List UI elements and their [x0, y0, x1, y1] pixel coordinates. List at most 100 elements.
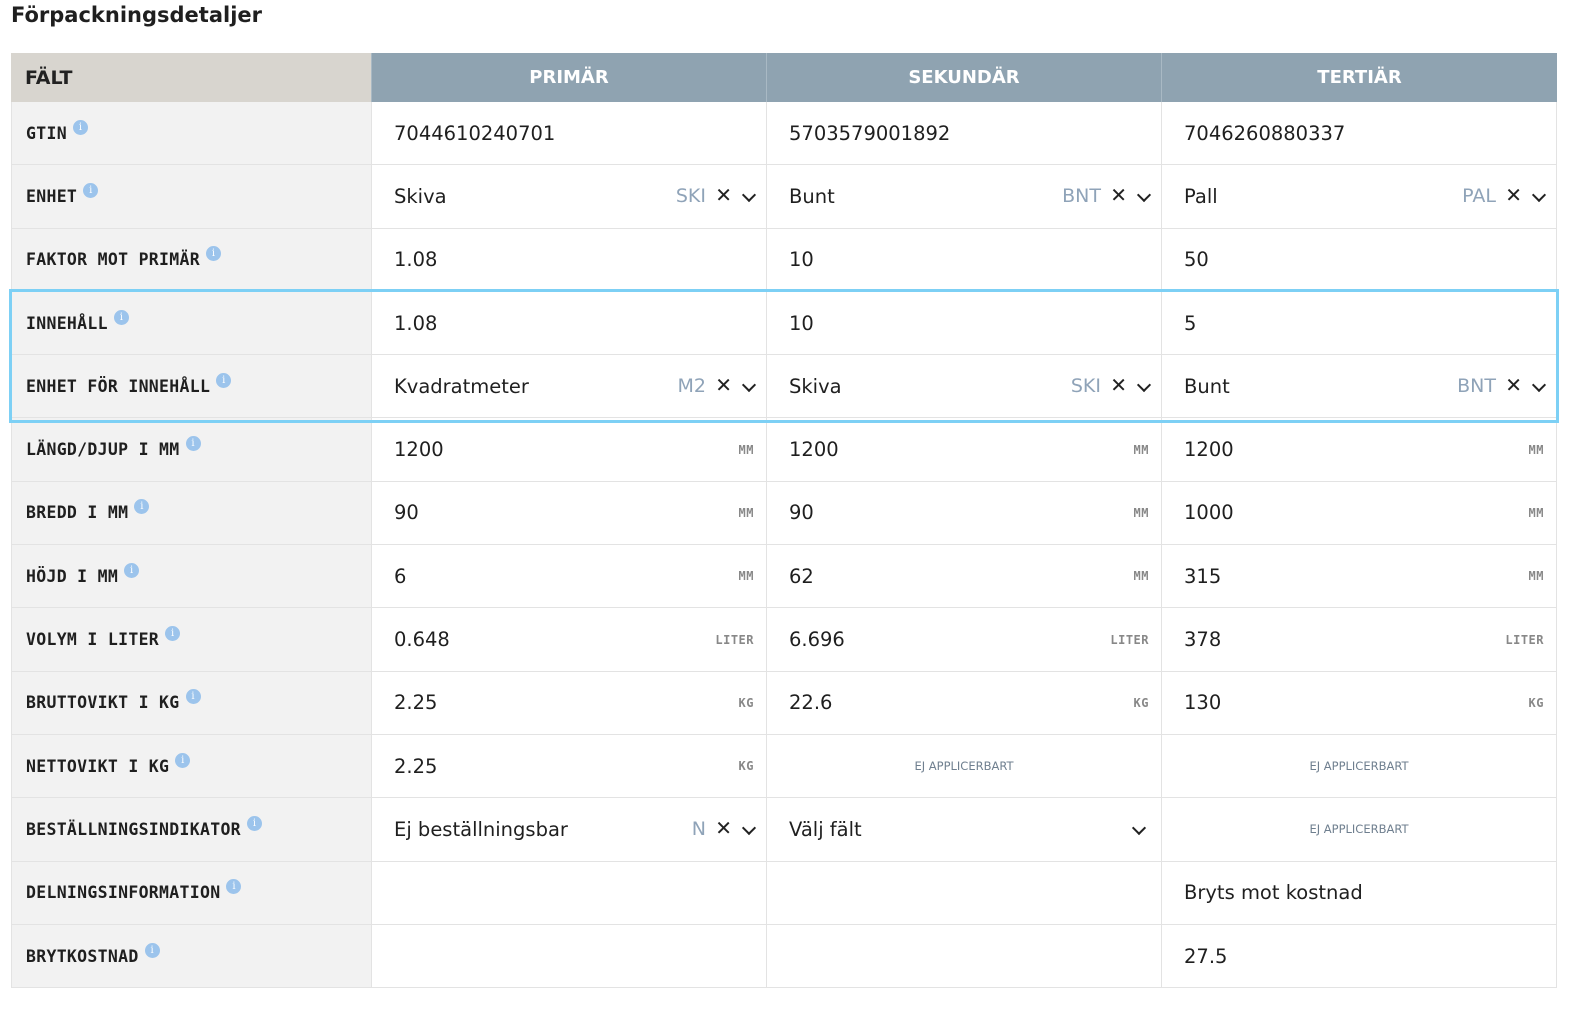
info-icon[interactable]: i — [205, 246, 221, 262]
select-code: SKI — [675, 185, 706, 208]
select-code: BNT — [1457, 375, 1496, 398]
gtin-tertiary-cell[interactable]: 7046260880337 — [1162, 102, 1557, 166]
info-icon[interactable]: i — [83, 182, 99, 198]
unit-label: KG — [738, 759, 754, 774]
field-label: BESTÄLLNINGSINDIKATOR — [26, 819, 241, 839]
select-value: Bunt — [1184, 374, 1230, 398]
enhet-tertiary-select[interactable]: Pall PAL ✕ — [1162, 165, 1557, 229]
field-label: HÖJD I MM — [26, 566, 119, 586]
cell-value: 5703579001892 — [789, 121, 951, 145]
faktor-primary-cell[interactable]: 1.08 — [372, 228, 767, 292]
enhet-primary-select[interactable]: Skiva SKI ✕ — [372, 165, 767, 229]
delning-primary-cell[interactable] — [372, 861, 767, 925]
cell-value: 130 — [1184, 691, 1222, 715]
cell-value: 1200 — [789, 438, 839, 462]
bredd-primary-input[interactable]: 90 MM — [372, 481, 767, 546]
bestallning-secondary-select[interactable]: Välj fält — [767, 798, 1162, 862]
chevron-down-icon[interactable] — [1531, 378, 1547, 393]
volym-tertiary-input[interactable]: 378 LITER — [1162, 608, 1557, 672]
chevron-down-icon[interactable] — [741, 821, 757, 836]
chevron-down-icon[interactable] — [741, 378, 757, 393]
clear-icon[interactable]: ✕ — [715, 819, 732, 839]
info-icon[interactable]: i — [175, 752, 191, 768]
column-header-primary[interactable]: PRIMÄR — [372, 53, 767, 102]
info-icon[interactable]: i — [226, 879, 242, 895]
select-value: Skiva — [394, 184, 447, 208]
hojd-secondary-input[interactable]: 62 MM — [767, 545, 1162, 609]
gtin-primary-cell[interactable]: 7044610240701 — [372, 102, 767, 166]
innehall-secondary-cell[interactable]: 10 — [767, 291, 1162, 356]
cell-value: 2.25 — [394, 691, 438, 715]
info-icon[interactable]: i — [216, 372, 232, 388]
enhet-innehall-secondary-select[interactable]: Skiva SKI ✕ — [767, 355, 1162, 419]
enhet-secondary-select[interactable]: Bunt BNT ✕ — [767, 165, 1162, 229]
bruttovikt-secondary-input[interactable]: 22.6 KG — [767, 671, 1162, 735]
cell-value: 1.08 — [394, 248, 438, 272]
brytkostnad-primary-cell[interactable] — [372, 924, 767, 989]
faktor-tertiary-cell[interactable]: 50 — [1162, 228, 1557, 292]
info-icon[interactable]: i — [165, 626, 181, 642]
row-label-langd: LÄNGD/DJUP I MM i — [11, 418, 372, 482]
cell-value: 27.5 — [1184, 944, 1228, 968]
info-icon[interactable]: i — [185, 436, 201, 452]
clear-icon[interactable]: ✕ — [715, 376, 732, 396]
clear-icon[interactable]: ✕ — [1110, 186, 1127, 206]
field-label: GTIN — [26, 123, 67, 143]
chevron-down-icon[interactable] — [1136, 188, 1152, 203]
info-icon[interactable]: i — [134, 499, 150, 515]
clear-icon[interactable]: ✕ — [715, 186, 732, 206]
enhet-innehall-tertiary-select[interactable]: Bunt BNT ✕ — [1162, 355, 1557, 419]
bredd-tertiary-input[interactable]: 1000 MM — [1162, 481, 1557, 546]
field-label: DELNINGSINFORMATION — [26, 883, 221, 903]
info-icon[interactable]: i — [72, 119, 88, 135]
cell-value: 6 — [394, 564, 407, 588]
faktor-secondary-cell[interactable]: 10 — [767, 228, 1162, 292]
info-icon[interactable]: i — [144, 942, 160, 958]
field-label: ENHET — [26, 186, 78, 206]
nettovikt-primary-input[interactable]: 2.25 KG — [372, 734, 767, 799]
row-label-delningsinformation: DELNINGSINFORMATION i — [11, 861, 372, 925]
unit-label: MM — [738, 569, 754, 584]
info-icon[interactable]: i — [185, 689, 201, 705]
chevron-down-icon[interactable] — [1131, 821, 1147, 836]
bruttovikt-primary-input[interactable]: 2.25 KG — [372, 671, 767, 735]
clear-icon[interactable]: ✕ — [1505, 186, 1522, 206]
brytkostnad-secondary-cell[interactable] — [767, 924, 1162, 989]
column-header-tertiary[interactable]: TERTIÄR — [1162, 53, 1557, 102]
bredd-secondary-input[interactable]: 90 MM — [767, 481, 1162, 546]
hojd-tertiary-input[interactable]: 315 MM — [1162, 545, 1557, 609]
field-label: FAKTOR MOT PRIMÄR — [26, 250, 200, 270]
row-label-faktor: FAKTOR MOT PRIMÄR i — [11, 228, 372, 292]
field-label: BREDD I MM — [26, 503, 129, 523]
column-header-secondary[interactable]: SEKUNDÄR — [767, 53, 1162, 102]
enhet-innehall-primary-select[interactable]: Kvadratmeter M2 ✕ — [372, 355, 767, 419]
volym-primary-input[interactable]: 0.648 LITER — [372, 608, 767, 672]
langd-tertiary-input[interactable]: 1200 MM — [1162, 418, 1557, 482]
chevron-down-icon[interactable] — [1136, 378, 1152, 393]
clear-icon[interactable]: ✕ — [1110, 376, 1127, 396]
nettovikt-secondary-cell: EJ APPLICERBART — [767, 734, 1162, 799]
innehall-primary-cell[interactable]: 1.08 — [372, 291, 767, 356]
gtin-secondary-cell[interactable]: 5703579001892 — [767, 102, 1162, 166]
hojd-primary-input[interactable]: 6 MM — [372, 545, 767, 609]
select-code: M2 — [677, 375, 706, 398]
field-label: BRUTTOVIKT I KG — [26, 693, 180, 713]
bestallning-primary-select[interactable]: Ej beställningsbar N ✕ — [372, 798, 767, 862]
chevron-down-icon[interactable] — [1531, 188, 1547, 203]
langd-primary-input[interactable]: 1200 MM — [372, 418, 767, 482]
langd-secondary-input[interactable]: 1200 MM — [767, 418, 1162, 482]
chevron-down-icon[interactable] — [741, 188, 757, 203]
not-applicable-label: EJ APPLICERBART — [1309, 759, 1409, 774]
volym-secondary-input[interactable]: 6.696 LITER — [767, 608, 1162, 672]
info-icon[interactable]: i — [113, 309, 129, 325]
info-icon[interactable]: i — [246, 815, 262, 831]
innehall-tertiary-cell[interactable]: 5 — [1162, 291, 1557, 356]
bruttovikt-tertiary-input[interactable]: 130 KG — [1162, 671, 1557, 735]
delning-tertiary-cell[interactable]: Bryts mot kostnad — [1162, 861, 1557, 925]
unit-label: MM — [1528, 569, 1544, 584]
row-label-brytkostnad: BRYTKOSTNAD i — [11, 924, 372, 989]
delning-secondary-cell[interactable] — [767, 861, 1162, 925]
info-icon[interactable]: i — [124, 562, 140, 578]
clear-icon[interactable]: ✕ — [1505, 376, 1522, 396]
brytkostnad-tertiary-cell[interactable]: 27.5 — [1162, 924, 1557, 989]
